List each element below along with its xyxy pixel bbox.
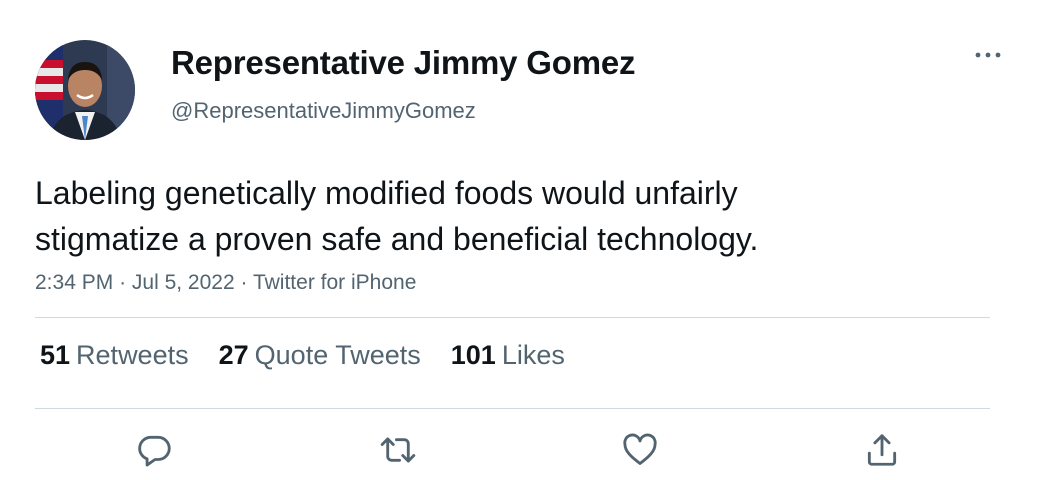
- tweet-text-line: stigmatize a proven safe and beneficial …: [35, 221, 759, 257]
- retweet-icon: [380, 437, 416, 463]
- quote-tweets-label: Quote Tweets: [254, 340, 421, 370]
- likes-count: 101: [450, 340, 496, 370]
- retweets-count: 51: [40, 340, 71, 370]
- share-icon: [867, 434, 897, 466]
- divider: [35, 408, 990, 409]
- tweet-actions: [0, 425, 1050, 475]
- avatar[interactable]: [35, 40, 135, 140]
- more-horizontal-icon: [975, 52, 1001, 58]
- likes-label: Likes: [501, 340, 565, 370]
- meta-separator: ·: [240, 271, 248, 294]
- tweet-source[interactable]: Twitter for iPhone: [253, 271, 416, 294]
- tweet-text: Labeling genetically modified foods woul…: [35, 170, 975, 262]
- divider: [35, 317, 990, 318]
- retweets-stat[interactable]: 51 Retweets: [40, 340, 189, 371]
- meta-separator: ·: [119, 271, 127, 294]
- reply-icon: [138, 435, 171, 467]
- retweet-button[interactable]: [373, 425, 423, 475]
- tweet-stats: 51 Retweets 27 Quote Tweets 101 Likes: [40, 340, 565, 371]
- share-button[interactable]: [857, 425, 907, 475]
- likes-stat[interactable]: 101 Likes: [451, 340, 565, 371]
- retweets-label: Retweets: [76, 340, 189, 370]
- tweet-time[interactable]: 2:34 PM: [35, 271, 113, 294]
- quote-tweets-count: 27: [218, 340, 249, 370]
- like-button[interactable]: [615, 425, 665, 475]
- tweet-date[interactable]: Jul 5, 2022: [132, 271, 235, 294]
- more-options-button[interactable]: [968, 40, 1008, 70]
- heart-icon: [623, 433, 657, 465]
- tweet-text-line: Labeling genetically modified foods woul…: [35, 175, 738, 211]
- avatar-photo: [35, 40, 135, 140]
- quote-tweets-stat[interactable]: 27 Quote Tweets: [219, 340, 421, 371]
- author-handle[interactable]: @RepresentativeJimmyGomez: [171, 98, 476, 124]
- reply-button[interactable]: [130, 425, 180, 475]
- tweet-meta: 2:34 PM · Jul 5, 2022 · Twitter for iPho…: [35, 271, 416, 295]
- author-name[interactable]: Representative Jimmy Gomez: [171, 44, 636, 82]
